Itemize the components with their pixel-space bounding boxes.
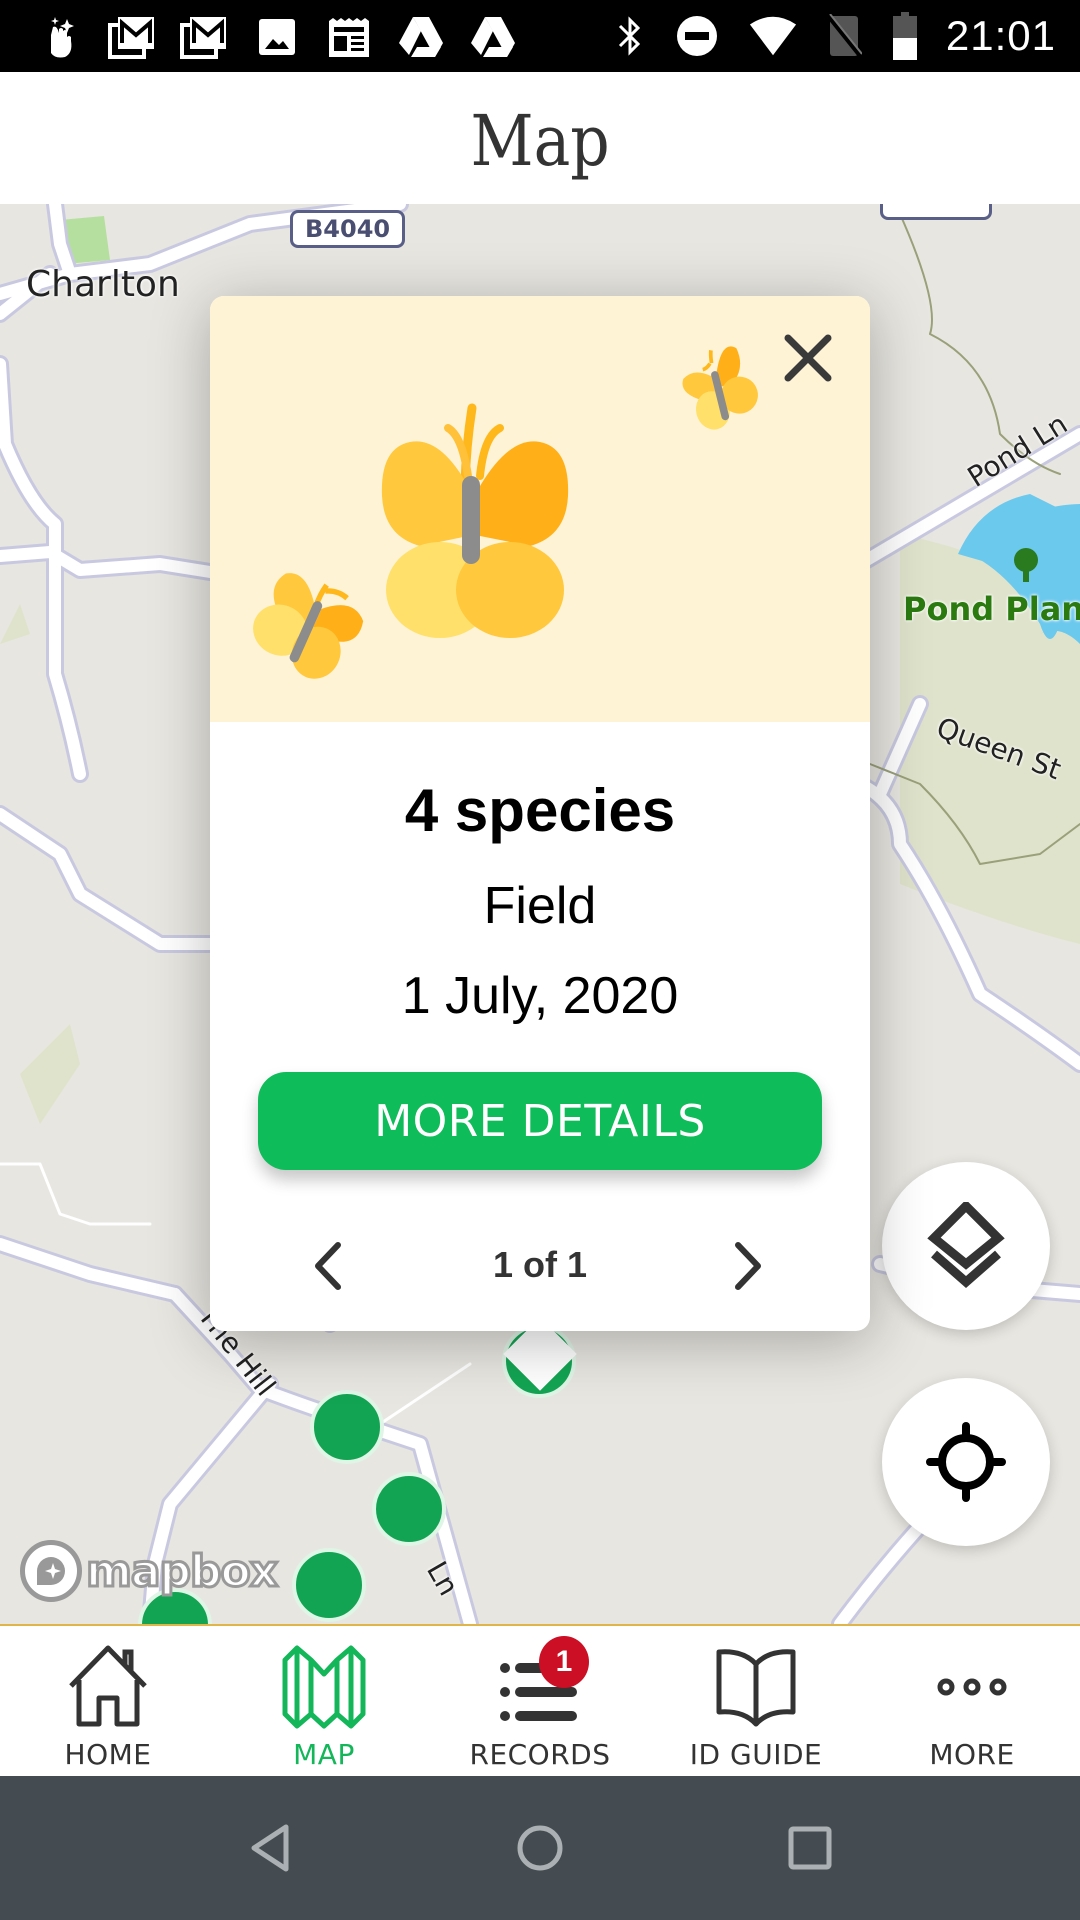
app-header: Map xyxy=(0,72,1080,204)
locate-me-button[interactable] xyxy=(882,1378,1050,1546)
bluetooth-icon xyxy=(614,13,646,59)
nav-item-records[interactable]: 1 RECORDS xyxy=(432,1626,648,1776)
clock: 21:01 xyxy=(945,12,1056,59)
home-icon xyxy=(69,1645,147,1727)
record-marker[interactable] xyxy=(310,1390,384,1464)
gmail-icon xyxy=(180,14,230,60)
no-signal-icon xyxy=(824,13,864,59)
record-pager: 1 of 1 xyxy=(210,1236,870,1296)
nav-label-id-guide: ID GUIDE xyxy=(689,1738,823,1771)
mapbox-logo-icon xyxy=(20,1540,82,1602)
nav-label-records: RECORDS xyxy=(469,1738,611,1771)
wifi-icon xyxy=(748,13,798,59)
road-shield-partial xyxy=(880,204,992,220)
place-label-charlton: Charlton xyxy=(26,264,180,305)
layers-button[interactable] xyxy=(882,1162,1050,1330)
close-popup-button[interactable] xyxy=(780,330,836,386)
record-popup: 4 species Field 1 July, 2020 MORE DETAIL… xyxy=(210,296,870,1331)
habitat-label: Field xyxy=(483,877,597,935)
road-shield-b4040: B4040 xyxy=(290,210,406,248)
butterfly-icon xyxy=(253,573,364,679)
layers-icon xyxy=(927,1202,1005,1288)
hand-sparkle-icon xyxy=(36,14,86,60)
news-icon xyxy=(324,14,374,60)
status-bar: 21:01 xyxy=(0,0,1080,72)
close-icon xyxy=(784,334,832,382)
record-marker[interactable] xyxy=(372,1472,446,1546)
image-icon xyxy=(252,14,302,60)
more-details-button[interactable]: MORE DETAILS xyxy=(258,1072,822,1170)
more-icon xyxy=(937,1678,1007,1696)
nav-label-more: MORE xyxy=(929,1738,1015,1771)
green-area xyxy=(20,1024,80,1124)
nav-item-more[interactable]: MORE xyxy=(864,1626,1080,1776)
chevron-right-icon xyxy=(735,1242,761,1290)
species-image xyxy=(210,296,870,722)
system-back-button[interactable] xyxy=(240,1818,300,1878)
mapbox-wordmark: mapbox xyxy=(84,1544,279,1598)
gmail-icon xyxy=(108,14,158,60)
map-icon xyxy=(282,1645,366,1729)
species-count: 4 species xyxy=(404,777,676,844)
battery-icon xyxy=(890,12,920,60)
drive-icon xyxy=(468,14,518,60)
green-area xyxy=(0,604,30,644)
recents-icon xyxy=(788,1826,832,1870)
nav-label-map: MAP xyxy=(293,1738,355,1771)
back-icon xyxy=(251,1824,289,1872)
records-badge: 1 xyxy=(539,1636,589,1688)
do-not-disturb-icon xyxy=(672,13,722,59)
nav-item-home[interactable]: HOME xyxy=(0,1626,216,1776)
home-circle-icon xyxy=(517,1825,563,1871)
nav-item-map[interactable]: MAP xyxy=(216,1626,432,1776)
butterfly-icon xyxy=(682,346,758,430)
next-record-button[interactable] xyxy=(724,1236,774,1296)
butterfly-icon xyxy=(381,403,569,638)
page-title: Map xyxy=(470,100,610,182)
place-label-pond-plantation: Pond Planta xyxy=(903,590,1080,628)
record-date: 1 July, 2020 xyxy=(401,967,679,1025)
system-recents-button[interactable] xyxy=(780,1818,840,1878)
system-navigation-bar xyxy=(0,1776,1080,1920)
record-marker[interactable] xyxy=(292,1548,366,1622)
nav-item-id-guide[interactable]: ID GUIDE xyxy=(648,1626,864,1776)
butterflies-illustration xyxy=(253,346,758,679)
locate-icon xyxy=(926,1422,1006,1502)
drive-icon xyxy=(396,14,446,60)
book-icon xyxy=(716,1649,796,1727)
nav-label-home: HOME xyxy=(64,1738,152,1771)
mapbox-attribution[interactable]: mapbox xyxy=(20,1540,280,1602)
system-home-button[interactable] xyxy=(510,1818,570,1878)
bottom-navigation: HOME MAP 1 RECORDS ID GUIDE MORE xyxy=(0,1624,1080,1776)
